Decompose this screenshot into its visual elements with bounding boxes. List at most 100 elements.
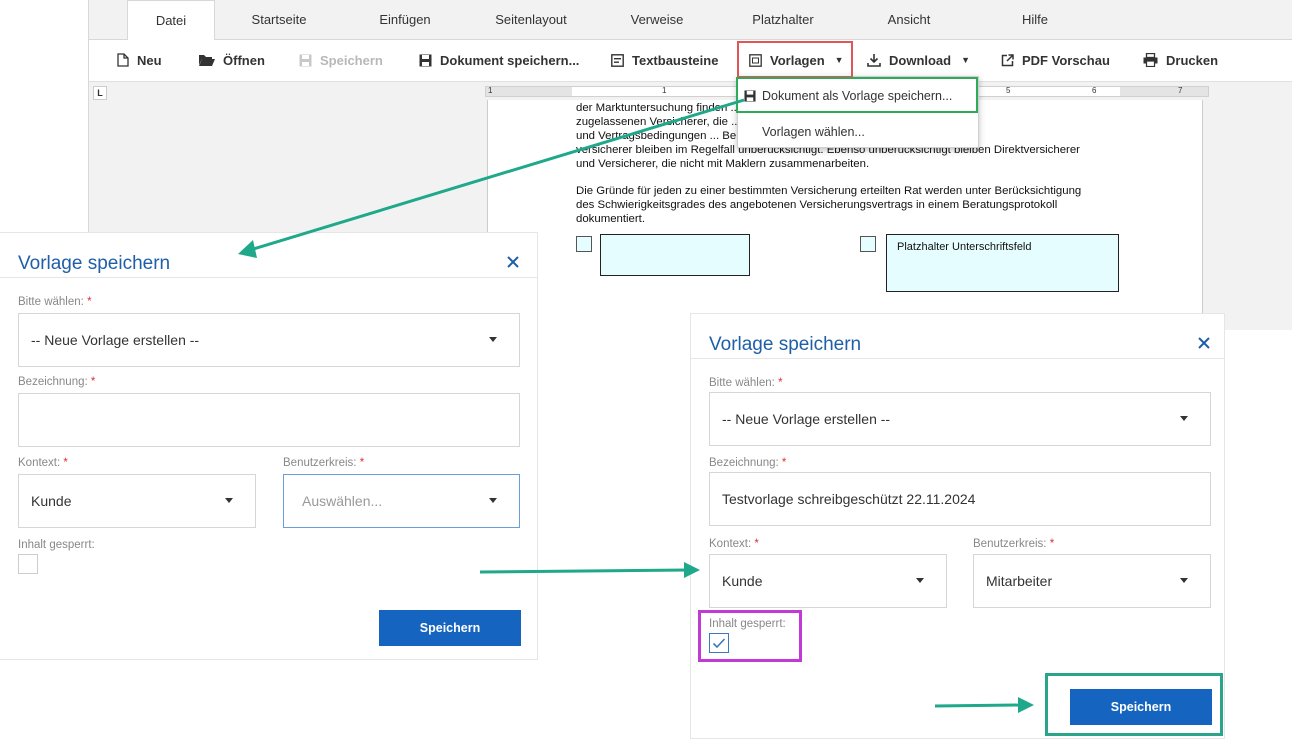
context-select-value: Kunde (722, 573, 763, 589)
tab-datei[interactable]: Datei (127, 0, 215, 41)
save-icon (744, 90, 756, 102)
save-template-dialog-empty: Vorlage speichern Bitte wählen: * -- Neu… (0, 232, 538, 660)
text-blocks-button[interactable]: Textbausteine (611, 40, 718, 80)
save-button[interactable]: Speichern (299, 40, 383, 80)
ruler-number: 7 (1178, 86, 1183, 95)
ruler-number: 1 (488, 86, 493, 95)
print-label: Drucken (1166, 52, 1219, 68)
chevron-down-icon (489, 337, 497, 342)
templates-button[interactable]: Vorlagen ▼ (749, 40, 844, 80)
folder-open-icon (199, 55, 215, 66)
new-button[interactable]: Neu (117, 40, 162, 80)
menu-item-label: Vorlagen wählen... (762, 125, 865, 139)
save-template-dialog-filled: Vorlage speichern Bitte wählen: * -- Neu… (690, 313, 1225, 739)
tab-hilfe[interactable]: Hilfe (995, 0, 1075, 40)
screenshot-stage: Datei Startseite Einfügen Seitenlayout V… (0, 0, 1292, 739)
template-icon (749, 53, 762, 67)
save-document-label: Dokument speichern... (440, 52, 580, 68)
download-icon (867, 54, 881, 67)
ruler-number: 1 (662, 86, 667, 95)
dialog-separator (691, 358, 1224, 359)
users-label: Benutzerkreis: * (283, 457, 365, 469)
signature-placeholder-field[interactable]: Platzhalter Unterschriftsfeld (886, 234, 1119, 292)
save-disabled-icon (299, 54, 312, 66)
dialog-separator (0, 277, 537, 278)
context-select[interactable]: Kunde (709, 554, 947, 608)
dialog-title: Vorlage speichern (709, 334, 862, 355)
users-select[interactable]: Mitarbeiter (973, 554, 1211, 608)
tab-platzhalter[interactable]: Platzhalter (737, 0, 829, 40)
template-select-value: -- Neue Vorlage erstellen -- (31, 332, 200, 348)
tab-verweise[interactable]: Verweise (617, 0, 697, 40)
print-button[interactable]: Drucken (1143, 40, 1218, 80)
ruler-tab-selector[interactable]: L (93, 86, 107, 100)
ribbon-toolbar: Neu Öffnen Speichern Dokument speichern.… (89, 40, 1292, 82)
close-icon[interactable] (506, 255, 520, 269)
ruler-number: 6 (1092, 86, 1097, 95)
locked-checkbox[interactable] (18, 554, 38, 574)
templates-label: Vorlagen (770, 52, 825, 68)
locked-label: Inhalt gesperrt: (709, 618, 786, 630)
document-checkbox-field[interactable] (860, 236, 876, 252)
download-button[interactable]: Download ▼ (867, 40, 970, 80)
printer-icon (1143, 53, 1158, 67)
document-line: Die Gründe für jeden zu einer bestimmten… (576, 185, 1082, 197)
tab-ansicht[interactable]: Ansicht (869, 0, 949, 40)
document-checkbox-field[interactable] (576, 236, 592, 252)
menu-item-label: Dokument als Vorlage speichern... (762, 89, 953, 103)
chevron-down-icon (489, 498, 497, 503)
text-block-icon (611, 53, 624, 67)
text-blocks-label: Textbausteine (632, 52, 719, 68)
context-label: Kontext: * (18, 457, 68, 469)
open-label: Öffnen (223, 52, 265, 68)
chevron-down-icon (225, 498, 233, 503)
document-placeholder-field[interactable] (600, 234, 750, 276)
download-caret-icon: ▼ (961, 55, 971, 65)
save-template-button[interactable]: Speichern (1070, 689, 1212, 725)
open-button[interactable]: Öffnen (199, 40, 265, 80)
choose-label: Bitte wählen: * (18, 296, 92, 308)
checkmark-icon (712, 638, 726, 649)
locked-label: Inhalt gesperrt: (18, 539, 95, 551)
download-label: Download (889, 52, 952, 68)
context-select-value: Kunde (31, 493, 72, 509)
pdf-preview-label: PDF Vorschau (1022, 52, 1110, 68)
save-label: Speichern (320, 52, 383, 68)
users-select-placeholder: Auswählen... (302, 493, 383, 509)
template-select-value: -- Neue Vorlage erstellen -- (722, 411, 891, 427)
new-label: Neu (137, 52, 162, 68)
users-label: Benutzerkreis: * (973, 538, 1055, 550)
dialog-title: Vorlage speichern (18, 253, 171, 274)
tab-seitenlayout[interactable]: Seitenlayout (485, 0, 577, 40)
tab-einfuegen[interactable]: Einfügen (365, 0, 445, 40)
menu-item-save-as-template[interactable]: Dokument als Vorlage speichern... (738, 81, 978, 111)
users-select[interactable]: Auswählen... (283, 474, 520, 528)
chevron-down-icon (1180, 578, 1188, 583)
pdf-preview-button[interactable]: PDF Vorschau (1001, 40, 1110, 80)
document-line: und Versicherer, die nicht mit Maklern z… (576, 158, 870, 170)
template-select[interactable]: -- Neue Vorlage erstellen -- (18, 313, 520, 367)
locked-checkbox[interactable] (709, 633, 729, 653)
name-input[interactable]: Testvorlage schreibgeschützt 22.11.2024 (709, 472, 1211, 526)
templates-dropdown-menu: Dokument als Vorlage speichern... Vorlag… (737, 76, 979, 148)
tab-startseite[interactable]: Startseite (239, 0, 319, 40)
ribbon-tabs: Datei Startseite Einfügen Seitenlayout V… (89, 0, 1292, 41)
name-input[interactable] (18, 393, 520, 447)
chevron-down-icon (916, 578, 924, 583)
name-label: Bezeichnung: * (18, 376, 96, 388)
document-paragraph-2: Die Gründe für jeden zu einer bestimmten… (576, 184, 1118, 226)
save-document-button[interactable]: Dokument speichern... (419, 40, 579, 80)
template-select[interactable]: -- Neue Vorlage erstellen -- (709, 392, 1211, 446)
menu-item-choose-templates[interactable]: Vorlagen wählen... (738, 117, 978, 147)
document-line: des Schwierigkeitsgrades des angebotenen… (576, 199, 1058, 211)
ruler-number: 5 (1006, 86, 1011, 95)
users-select-value: Mitarbeiter (986, 573, 1053, 589)
external-link-icon (1001, 53, 1014, 66)
context-select[interactable]: Kunde (18, 474, 256, 528)
new-document-icon (117, 53, 129, 67)
choose-label: Bitte wählen: * (709, 377, 783, 389)
context-label: Kontext: * (709, 538, 759, 550)
save-template-button[interactable]: Speichern (379, 610, 521, 646)
close-icon[interactable] (1197, 336, 1211, 350)
document-line: dokumentiert. (576, 213, 646, 225)
